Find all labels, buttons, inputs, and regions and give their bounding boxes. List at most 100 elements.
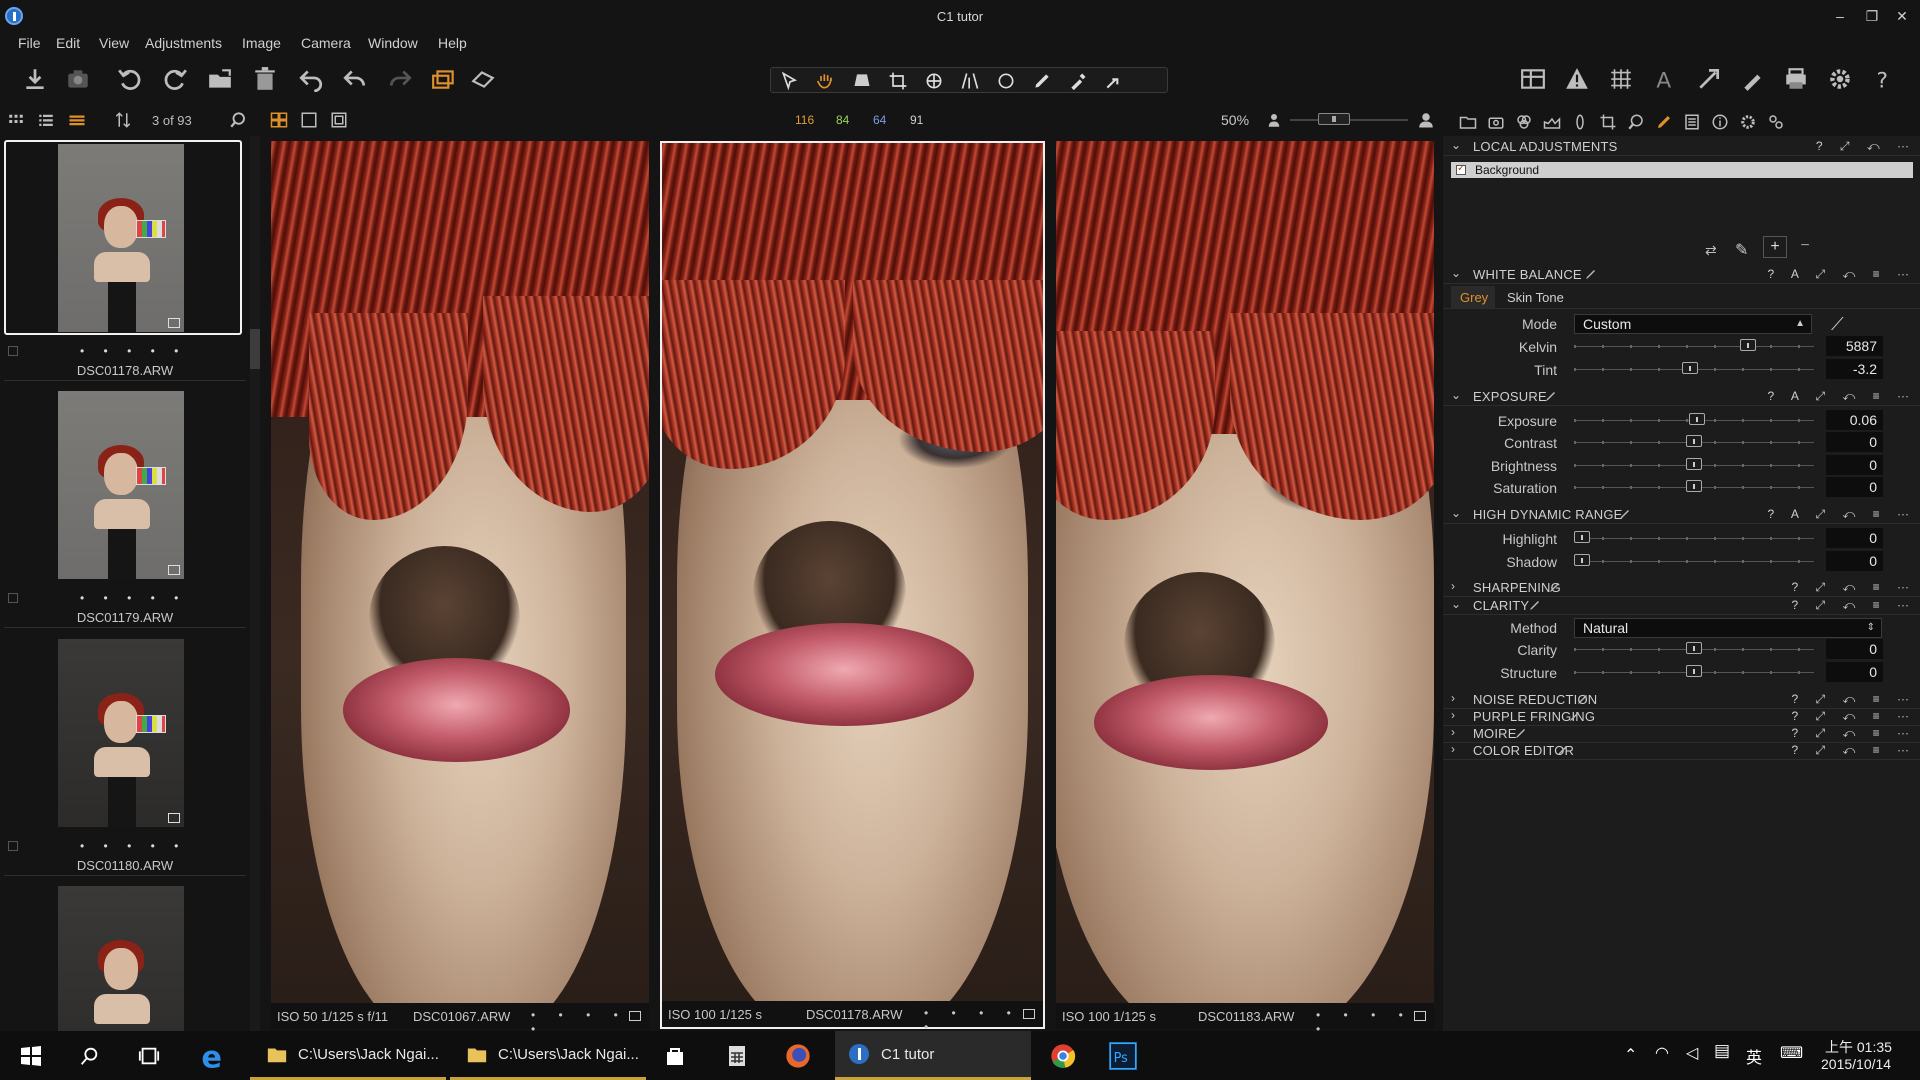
calculator-icon[interactable]: [714, 1031, 760, 1080]
firefox-icon[interactable]: [775, 1031, 821, 1080]
shadow-slider-handle[interactable]: [1574, 554, 1590, 566]
copy-adjustments-icon[interactable]: [1738, 64, 1768, 94]
menu-image[interactable]: Image: [242, 35, 281, 51]
batch-tab-icon[interactable]: [1765, 111, 1787, 133]
brightness-value[interactable]: 0: [1826, 455, 1883, 475]
action-center-icon[interactable]: ▤: [1714, 1041, 1730, 1061]
keystone-icon[interactable]: [955, 70, 985, 92]
local-adjustments-tab-icon[interactable]: [1653, 111, 1675, 133]
white-balance-header[interactable]: ⌄ WHITE BALANCE ? A ⤢ ↶ ≡ ⋯: [1443, 264, 1920, 284]
composition-tab-icon[interactable]: [1597, 111, 1619, 133]
structure-slider-handle[interactable]: [1686, 665, 1702, 677]
menu-file[interactable]: File: [18, 35, 41, 51]
chevron-down-icon[interactable]: ⌄: [1451, 597, 1461, 611]
clarity-header[interactable]: ⌄ CLARITY ? ⤢ ↶ ≡ ⋯: [1443, 595, 1920, 615]
text-overlay-icon[interactable]: A: [1650, 64, 1680, 94]
saturation-slider-handle[interactable]: [1686, 480, 1702, 492]
viewer-pane-3[interactable]: ISO 100 1/125 s DSC01183.ARW • • • • •: [1056, 141, 1434, 1036]
exposure-value[interactable]: 0.06: [1826, 410, 1883, 430]
contrast-slider-handle[interactable]: [1686, 435, 1702, 447]
thumbnail-image[interactable]: [58, 144, 184, 332]
wb-mode-select[interactable]: Custom ▲: [1574, 314, 1812, 334]
sharpening-header[interactable]: › SHARPENING ? ⤢ ↶ ≡ ⋯: [1443, 577, 1920, 597]
sort-icon[interactable]: [113, 110, 133, 130]
loupe-icon[interactable]: [847, 70, 877, 92]
edit-mode-icon[interactable]: [1694, 64, 1724, 94]
taskbar-explorer-1[interactable]: C:\Users\Jack Ngai...: [250, 1031, 446, 1080]
chevron-down-icon[interactable]: ⌄: [1451, 138, 1461, 152]
variants-icon[interactable]: [429, 64, 459, 94]
undo-all-icon[interactable]: [296, 64, 326, 94]
add-layer-button[interactable]: +: [1763, 236, 1787, 258]
section-controls[interactable]: ? ⤢ ↶ ≡ ⋯: [1792, 726, 1916, 741]
shadow-value[interactable]: 0: [1826, 551, 1883, 571]
close-button[interactable]: ✕: [1890, 6, 1914, 26]
rotate-tool-icon[interactable]: [919, 70, 949, 92]
filmstrip-view-icon[interactable]: [67, 110, 87, 130]
edge-browser-icon[interactable]: e: [190, 1031, 236, 1080]
select-checkbox[interactable]: [8, 593, 18, 603]
star-rating[interactable]: • • • • •: [80, 839, 186, 853]
lens-tab-icon[interactable]: [1569, 111, 1591, 133]
viewer-image[interactable]: [1056, 141, 1434, 1003]
camera-icon[interactable]: [63, 64, 93, 94]
help-icon[interactable]: ?: [1868, 64, 1898, 94]
exposure-header[interactable]: ⌄ EXPOSURE ? A ⤢ ↶ ≡ ⋯: [1443, 386, 1920, 406]
clarity-slider-handle[interactable]: [1686, 642, 1702, 654]
eyedropper-icon[interactable]: ⟋: [1831, 314, 1844, 335]
taskbar-capture-one[interactable]: C1 tutor: [835, 1031, 1031, 1080]
tab-skin-tone[interactable]: Skin Tone: [1507, 290, 1564, 305]
section-controls[interactable]: ? A ⤢ ↶ ≡ ⋯: [1768, 507, 1916, 522]
select-checkbox[interactable]: [8, 841, 18, 851]
search-icon[interactable]: [228, 110, 248, 130]
library-tab-icon[interactable]: [1457, 111, 1479, 133]
clarity-value[interactable]: 0: [1826, 639, 1883, 659]
taskbar-explorer-2[interactable]: C:\Users\Jack Ngai...: [450, 1031, 646, 1080]
thumbnail-image[interactable]: [58, 391, 184, 579]
chevron-right-icon[interactable]: ›: [1451, 579, 1455, 593]
layer-row-background[interactable]: ✓ Background: [1451, 162, 1913, 178]
chevron-down-icon[interactable]: ⌄: [1451, 266, 1461, 280]
color-editor-header[interactable]: › COLOR EDITOR ? ⤢ ↶ ≡ ⋯: [1443, 740, 1920, 760]
section-controls[interactable]: ? ⤢ ↶ ≡ ⋯: [1792, 743, 1916, 758]
keyboard-icon[interactable]: ⌨: [1780, 1043, 1803, 1063]
section-controls[interactable]: ? A ⤢ ↶ ≡ ⋯: [1768, 389, 1916, 404]
volume-icon[interactable]: ◁: [1686, 1043, 1698, 1063]
tint-value[interactable]: -3.2: [1826, 359, 1883, 379]
kelvin-value[interactable]: 5887: [1826, 336, 1883, 356]
ime-indicator[interactable]: 英: [1746, 1044, 1762, 1068]
draw-mask-icon[interactable]: [1027, 70, 1057, 92]
tint-slider-handle[interactable]: [1682, 362, 1698, 374]
store-icon[interactable]: [652, 1031, 698, 1080]
local-adjustments-header[interactable]: ⌄ LOCAL ADJUSTMENTS ? ⤢ ↶ ⋯: [1443, 136, 1920, 156]
chevron-right-icon[interactable]: ›: [1451, 725, 1455, 739]
single-view-icon[interactable]: [299, 110, 319, 130]
hdr-header[interactable]: ⌄ HIGH DYNAMIC RANGE ? A ⤢ ↶ ≡ ⋯: [1443, 504, 1920, 524]
color-tab-icon[interactable]: [1513, 111, 1535, 133]
start-button[interactable]: [8, 1031, 54, 1080]
contrast-value[interactable]: 0: [1826, 432, 1883, 452]
menu-window[interactable]: Window: [368, 35, 418, 51]
section-controls[interactable]: ? ⤢ ↶ ≡ ⋯: [1792, 598, 1916, 613]
viewer-image[interactable]: [662, 143, 1043, 1001]
menu-help[interactable]: Help: [438, 35, 467, 51]
exposure-warning-icon[interactable]: [1562, 64, 1592, 94]
highlight-value[interactable]: 0: [1826, 528, 1883, 548]
redo-icon[interactable]: [385, 64, 415, 94]
search-icon[interactable]: [66, 1031, 112, 1080]
crop-icon[interactable]: [883, 70, 913, 92]
multi-view-icon[interactable]: [269, 110, 289, 130]
menu-adjustments[interactable]: Adjustments: [145, 35, 222, 51]
workspace-layout-icon[interactable]: [1518, 64, 1548, 94]
exposure-tab-icon[interactable]: [1541, 111, 1563, 133]
output-tab-icon[interactable]: [1737, 111, 1759, 133]
thumbnail-image[interactable]: [58, 886, 184, 1031]
clock-time[interactable]: 上午 01:35: [1825, 1037, 1892, 1057]
exposure-slider-handle[interactable]: [1689, 413, 1705, 425]
chevron-right-icon[interactable]: ›: [1451, 708, 1455, 722]
print-icon[interactable]: [1781, 64, 1811, 94]
scrollbar-thumb[interactable]: [250, 329, 260, 369]
tab-grey[interactable]: Grey: [1451, 286, 1495, 308]
star-rating[interactable]: • • • • •: [80, 591, 186, 605]
import-icon[interactable]: [20, 64, 50, 94]
